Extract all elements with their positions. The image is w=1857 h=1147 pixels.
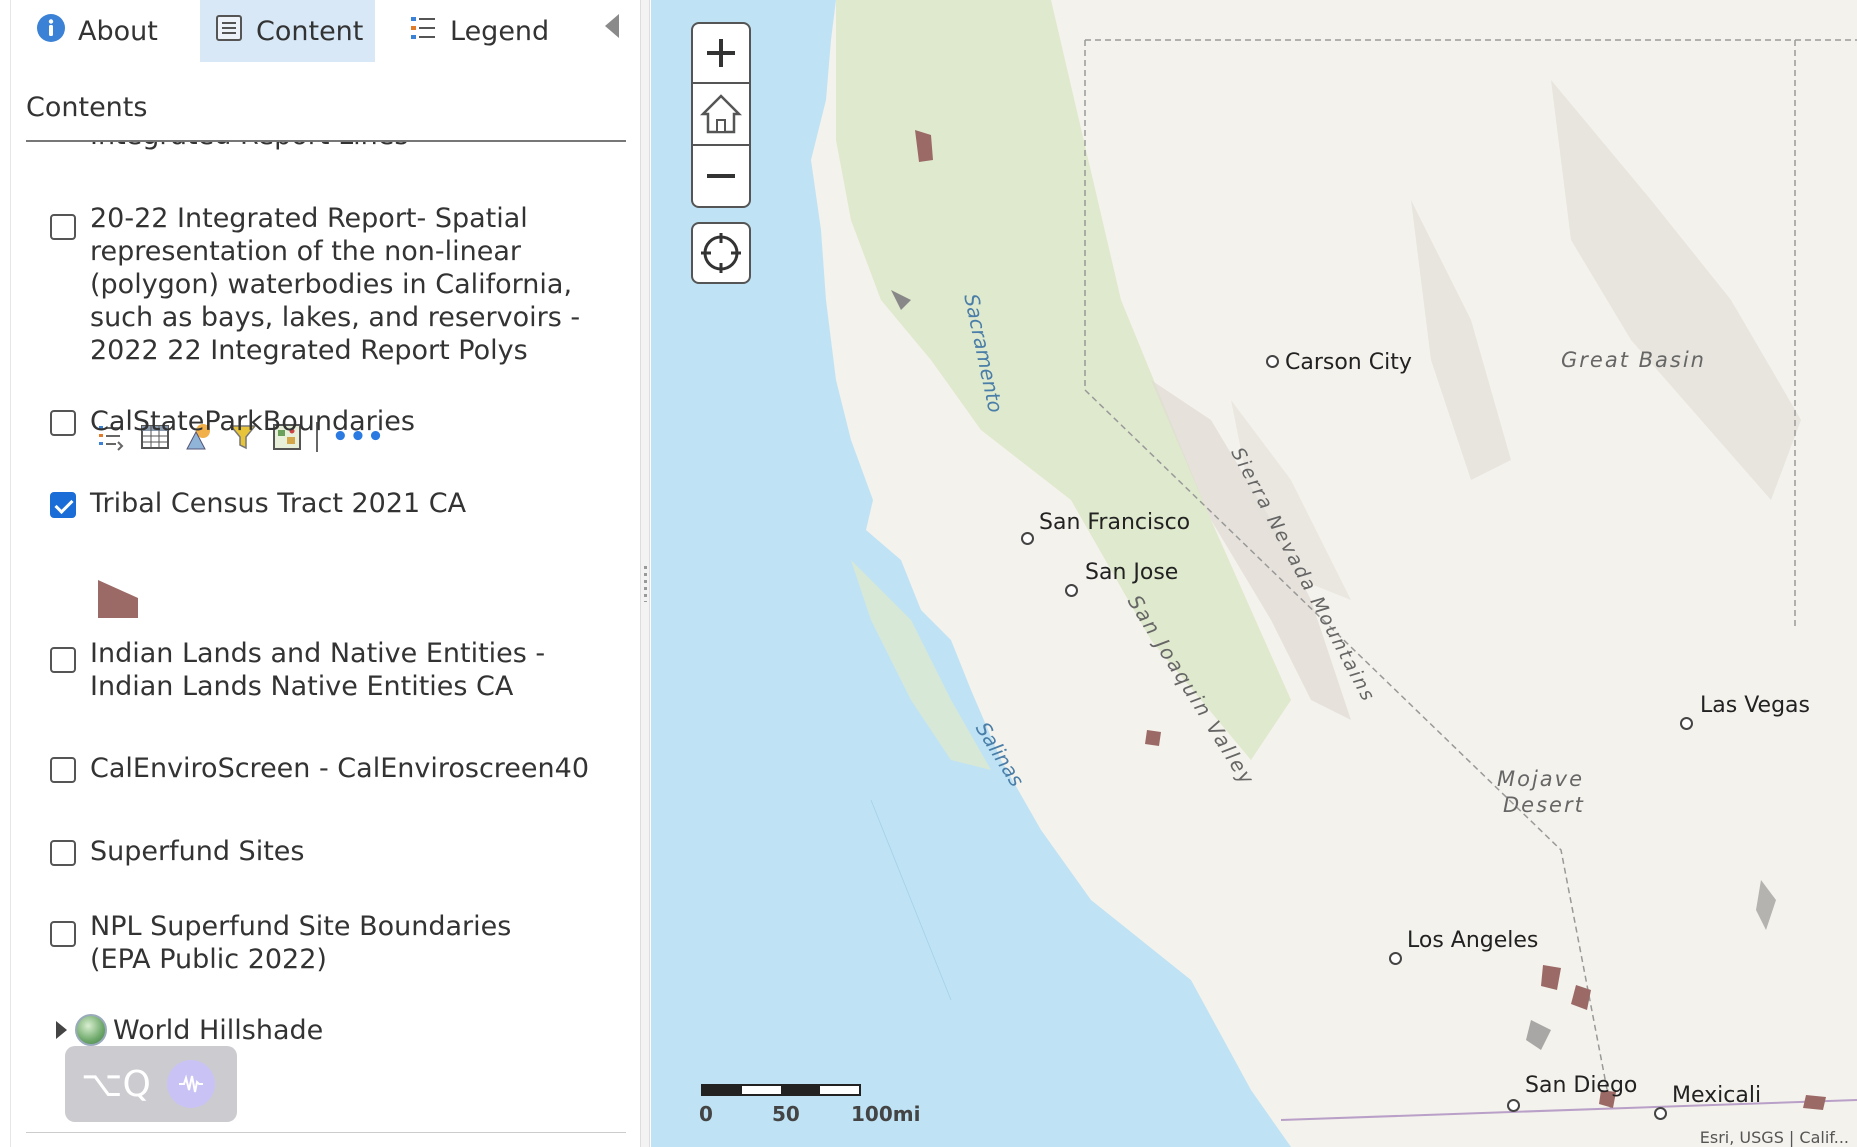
sidebar-panel: About Content Legend Contents Integrated… xyxy=(0,0,640,1147)
globe-icon xyxy=(75,1014,107,1046)
panel-splitter[interactable] xyxy=(640,0,650,1147)
layer-label: CalStateParkBoundaries xyxy=(90,406,415,437)
city-label: San Diego xyxy=(1507,1073,1637,1112)
tab-content[interactable]: Content xyxy=(200,0,375,62)
city-label: Los Angeles xyxy=(1389,928,1538,965)
zoom-out-button[interactable] xyxy=(691,146,751,208)
zoom-in-button[interactable] xyxy=(691,22,751,84)
layer-label: NPL Superfund Site Boundaries (EPA Publi… xyxy=(90,911,512,975)
tab-about[interactable]: About xyxy=(36,0,186,62)
layer-checkbox[interactable] xyxy=(50,840,76,866)
layer-list: Integrated Report Lines 20-22 Integrated… xyxy=(26,142,626,1132)
layer-item-calenviroscreen: CalEnviroScreen - CalEnviroscreen40 xyxy=(26,747,626,797)
content-icon xyxy=(214,13,244,50)
layer-checkbox[interactable] xyxy=(50,214,76,240)
layer-checkbox[interactable] xyxy=(50,921,76,947)
legend-swatch xyxy=(96,578,140,624)
scale-bar-graphic xyxy=(701,1084,861,1096)
map-view[interactable]: Carson City San Francisco San Jose Las V… xyxy=(651,0,1857,1147)
scale-bar: 0 50 100mi xyxy=(699,1084,920,1126)
basemap-canvas xyxy=(651,0,1857,1147)
plus-icon xyxy=(707,39,735,67)
layer-item-calstateparkboundaries: CalStateParkBoundaries xyxy=(26,400,626,450)
divider xyxy=(26,1132,626,1133)
drag-handle-icon[interactable] xyxy=(644,566,647,602)
city-label: San Francisco xyxy=(1021,510,1190,545)
region-label: Desert xyxy=(1503,793,1585,817)
layer-checkbox[interactable] xyxy=(50,647,76,673)
layer-label: 20-22 Integrated Report- Spatial represe… xyxy=(90,203,581,366)
basemap-group-label: World Hillshade xyxy=(113,1014,324,1046)
layer-item-npl-superfund: NPL Superfund Site Boundaries (EPA Publi… xyxy=(26,910,626,990)
home-button[interactable] xyxy=(691,84,751,146)
layer-item-indian-lands: Indian Lands and Native Entities - India… xyxy=(26,637,626,717)
layer-checkbox[interactable] xyxy=(50,410,76,436)
legend-icon xyxy=(408,13,438,50)
assistant-overlay[interactable]: ⌥Q xyxy=(65,1046,237,1122)
voice-wave-icon[interactable] xyxy=(166,1060,215,1108)
layer-checkbox-checked[interactable] xyxy=(50,492,76,518)
scale-label: 50 xyxy=(772,1102,800,1126)
shortcut-keys: ⌥Q xyxy=(81,1063,151,1105)
scale-label: 0 xyxy=(699,1102,713,1126)
layer-label: Tribal Census Tract 2021 CA xyxy=(90,488,467,519)
panel-tabs: About Content Legend xyxy=(26,0,626,62)
city-label: Mexicali xyxy=(1654,1083,1761,1120)
collapse-panel-icon[interactable] xyxy=(605,14,619,38)
city-label: San Jose xyxy=(1065,560,1178,597)
scale-label: 100mi xyxy=(851,1102,921,1126)
city-label: Las Vegas xyxy=(1680,693,1810,730)
layer-checkbox[interactable] xyxy=(50,757,76,783)
layer-label: Indian Lands and Native Entities - India… xyxy=(90,638,546,702)
layer-label: CalEnviroScreen - CalEnviroscreen40 xyxy=(90,753,589,784)
tab-legend[interactable]: Legend xyxy=(408,0,588,62)
minus-icon xyxy=(707,174,735,178)
expand-arrow-icon[interactable] xyxy=(56,1021,67,1039)
map-attribution[interactable]: Esri, USGS | Calif... xyxy=(1700,1128,1849,1147)
tab-about-label: About xyxy=(78,15,158,47)
layer-label: Superfund Sites xyxy=(90,836,305,867)
region-label: Great Basin xyxy=(1561,348,1706,372)
contents-heading: Contents xyxy=(26,92,148,123)
home-icon xyxy=(699,94,743,134)
layer-item-tribal-census-tract: Tribal Census Tract 2021 CA xyxy=(26,482,626,618)
locate-button[interactable] xyxy=(691,222,751,284)
basemap-group-world-hillshade[interactable]: World Hillshade xyxy=(56,1014,323,1046)
region-label: Mojave xyxy=(1497,767,1585,791)
crosshair-icon xyxy=(701,233,741,273)
layer-item-superfund-sites: Superfund Sites xyxy=(26,830,626,880)
tab-content-label: Content xyxy=(256,15,364,47)
tab-legend-label: Legend xyxy=(450,15,550,47)
sidebar-border xyxy=(10,0,11,1147)
list-item-clipped: Integrated Report Lines xyxy=(90,142,408,151)
city-label: Carson City xyxy=(1266,350,1412,375)
info-icon xyxy=(36,13,66,50)
